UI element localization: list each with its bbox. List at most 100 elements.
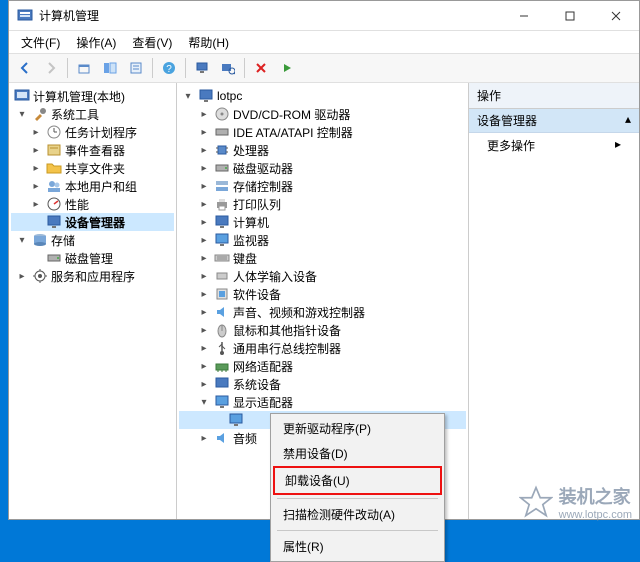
back-button[interactable] <box>13 56 37 80</box>
menu-file[interactable]: 文件(F) <box>13 32 68 53</box>
minimize-button[interactable] <box>501 1 547 31</box>
scan-hardware-button[interactable] <box>216 56 240 80</box>
chevron-right-icon[interactable]: ▸ <box>197 179 211 193</box>
more-actions[interactable]: 更多操作 ▸ <box>469 133 639 158</box>
device-root[interactable]: ▾ lotpc <box>179 87 466 105</box>
tree-local-users[interactable]: ▸ 本地用户和组 <box>11 177 174 195</box>
device-computer[interactable]: ▸计算机 <box>179 213 466 231</box>
tree-root-computer-mgmt[interactable]: 计算机管理(本地) <box>11 87 174 105</box>
device-system[interactable]: ▸系统设备 <box>179 375 466 393</box>
chevron-right-icon[interactable]: ▸ <box>197 359 211 373</box>
tree-label: 磁盘管理 <box>65 250 113 267</box>
device-print-queue[interactable]: ▸打印队列 <box>179 195 466 213</box>
device-tree: ▾ lotpc ▸DVD/CD-ROM 驱动器 ▸IDE ATA/ATAPI 控… <box>177 83 468 451</box>
tree-system-tools[interactable]: ▾ 系统工具 <box>11 105 174 123</box>
tree-device-manager[interactable]: 设备管理器 <box>11 213 174 231</box>
device-network[interactable]: ▸网络适配器 <box>179 357 466 375</box>
maximize-button[interactable] <box>547 1 593 31</box>
chevron-right-icon[interactable]: ▸ <box>197 107 211 121</box>
computer-icon-button[interactable] <box>190 56 214 80</box>
chevron-right-icon[interactable]: ▸ <box>197 269 211 283</box>
chevron-right-icon[interactable]: ▸ <box>197 143 211 157</box>
chevron-right-icon[interactable]: ▸ <box>197 251 211 265</box>
ctx-scan-hardware[interactable]: 扫描检测硬件改动(A) <box>273 502 442 527</box>
tree-label: 事件查看器 <box>65 142 125 159</box>
tree-task-scheduler[interactable]: ▸ 任务计划程序 <box>11 123 174 141</box>
window-title: 计算机管理 <box>39 7 501 24</box>
uninstall-button[interactable] <box>249 56 273 80</box>
device-monitor[interactable]: ▸监视器 <box>179 231 466 249</box>
ctx-disable-device[interactable]: 禁用设备(D) <box>273 441 442 466</box>
help-button[interactable]: ? <box>157 56 181 80</box>
tree-event-viewer[interactable]: ▸ 事件查看器 <box>11 141 174 159</box>
menu-view[interactable]: 查看(V) <box>124 32 180 53</box>
device-disk-drives[interactable]: ▸磁盘驱动器 <box>179 159 466 177</box>
tree-storage[interactable]: ▾ 存储 <box>11 231 174 249</box>
chevron-right-icon[interactable]: ▸ <box>29 125 43 139</box>
chevron-right-icon[interactable]: ▸ <box>197 377 211 391</box>
up-button[interactable] <box>72 56 96 80</box>
chevron-right-icon[interactable]: ▸ <box>197 215 211 229</box>
tree-label: 本地用户和组 <box>65 178 137 195</box>
tree-services-apps[interactable]: ▸ 服务和应用程序 <box>11 267 174 285</box>
chevron-right-icon[interactable]: ▸ <box>29 161 43 175</box>
star-icon <box>519 485 553 519</box>
chevron-right-icon[interactable]: ▸ <box>197 197 211 211</box>
device-dvd[interactable]: ▸DVD/CD-ROM 驱动器 <box>179 105 466 123</box>
chevron-right-icon[interactable]: ▸ <box>197 125 211 139</box>
chevron-right-icon[interactable]: ▸ <box>197 323 211 337</box>
tree-disk-management[interactable]: 磁盘管理 <box>11 249 174 267</box>
device-mouse[interactable]: ▸鼠标和其他指针设备 <box>179 321 466 339</box>
toolbar: ? <box>9 53 639 83</box>
chevron-right-icon[interactable]: ▸ <box>197 161 211 175</box>
chevron-right-icon[interactable]: ▸ <box>197 287 211 301</box>
tree-shared-folders[interactable]: ▸ 共享文件夹 <box>11 159 174 177</box>
device-ide[interactable]: ▸IDE ATA/ATAPI 控制器 <box>179 123 466 141</box>
device-keyboard[interactable]: ▸键盘 <box>179 249 466 267</box>
software-icon <box>214 286 230 302</box>
ctx-update-driver[interactable]: 更新驱动程序(P) <box>273 416 442 441</box>
enable-button[interactable] <box>275 56 299 80</box>
tree-label: 软件设备 <box>233 286 281 303</box>
chevron-right-icon[interactable]: ▸ <box>15 269 29 283</box>
chevron-right-icon[interactable]: ▸ <box>197 305 211 319</box>
ctx-properties[interactable]: 属性(R) <box>273 534 442 559</box>
tree-performance[interactable]: ▸ 性能 <box>11 195 174 213</box>
toolbar-separator <box>185 58 186 78</box>
device-storage-ctrl[interactable]: ▸存储控制器 <box>179 177 466 195</box>
app-icon <box>17 8 33 24</box>
actions-group[interactable]: 设备管理器 ▴ <box>469 109 639 133</box>
computer-mgmt-icon <box>14 88 30 104</box>
chevron-right-icon[interactable]: ▸ <box>197 341 211 355</box>
chevron-down-icon[interactable]: ▾ <box>197 395 211 409</box>
watermark: 装机之家 www.lotpc.com <box>519 483 632 521</box>
chevron-down-icon[interactable]: ▾ <box>15 233 29 247</box>
device-usb[interactable]: ▸通用串行总线控制器 <box>179 339 466 357</box>
close-button[interactable] <box>593 1 639 31</box>
device-sound[interactable]: ▸声音、视频和游戏控制器 <box>179 303 466 321</box>
chevron-down-icon[interactable]: ▾ <box>15 107 29 121</box>
show-hide-tree-button[interactable] <box>98 56 122 80</box>
device-cpu[interactable]: ▸处理器 <box>179 141 466 159</box>
properties-button[interactable] <box>124 56 148 80</box>
chevron-right-icon[interactable]: ▸ <box>197 233 211 247</box>
actions-group-label: 设备管理器 <box>477 112 537 129</box>
chevron-right-icon[interactable]: ▸ <box>197 431 211 445</box>
chevron-down-icon[interactable]: ▾ <box>181 89 195 103</box>
chevron-right-icon[interactable]: ▸ <box>29 179 43 193</box>
device-software[interactable]: ▸ 软件设备 <box>179 285 466 303</box>
printer-icon <box>214 196 230 212</box>
storage-icon <box>32 232 48 248</box>
event-icon <box>46 142 62 158</box>
forward-button[interactable] <box>39 56 63 80</box>
ctx-uninstall-device[interactable]: 卸载设备(U) <box>273 466 442 495</box>
menu-action[interactable]: 操作(A) <box>68 32 124 53</box>
menu-help[interactable]: 帮助(H) <box>180 32 237 53</box>
monitor-icon <box>214 232 230 248</box>
chevron-right-icon[interactable]: ▸ <box>29 143 43 157</box>
device-hid[interactable]: ▸人体学输入设备 <box>179 267 466 285</box>
device-display[interactable]: ▾显示适配器 <box>179 393 466 411</box>
audio-icon <box>214 430 230 446</box>
chevron-up-icon: ▴ <box>625 112 631 129</box>
chevron-right-icon[interactable]: ▸ <box>29 197 43 211</box>
